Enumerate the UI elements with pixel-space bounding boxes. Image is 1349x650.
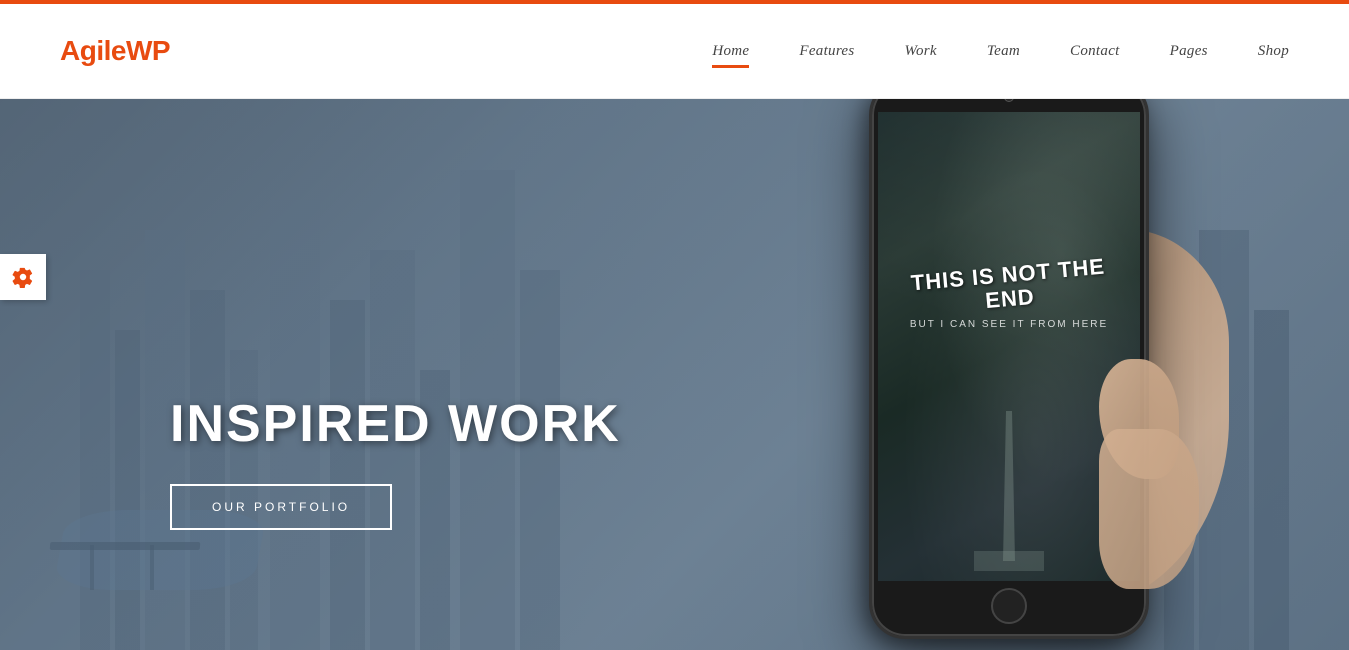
nav-link-contact[interactable]: Contact — [1070, 43, 1120, 65]
gear-icon — [12, 266, 34, 288]
nav-item-features[interactable]: Features — [799, 42, 854, 60]
phone-home-button — [991, 588, 1027, 624]
nav-item-work[interactable]: Work — [905, 42, 937, 60]
phone-text-line1: THIS IS NOT THE END — [886, 252, 1131, 321]
nav-list: Home Features Work Team Contact Pages Sh… — [712, 42, 1289, 60]
nav-item-home[interactable]: Home — [712, 42, 749, 60]
hero-content: INSPIRED WORK OUR PORTFOLIO — [170, 394, 621, 530]
logo-text-orange: WP — [126, 35, 170, 66]
nav-link-team[interactable]: Team — [987, 43, 1020, 65]
nav-item-shop[interactable]: Shop — [1258, 42, 1289, 60]
nav-link-features[interactable]: Features — [799, 43, 854, 65]
volume-button-1 — [869, 172, 872, 202]
phone-text-line2: BUT I CAN SEE IT FROM HERE — [888, 319, 1130, 330]
site-logo[interactable]: AgileWP — [60, 35, 170, 67]
nav-item-contact[interactable]: Contact — [1070, 42, 1120, 60]
phone-mockup: THIS IS NOT THE END BUT I CAN SEE IT FRO… — [869, 99, 1149, 639]
main-nav: Home Features Work Team Contact Pages Sh… — [712, 42, 1289, 60]
screen-building — [994, 411, 1024, 561]
nav-item-pages[interactable]: Pages — [1170, 42, 1208, 60]
nav-link-pages[interactable]: Pages — [1170, 43, 1208, 65]
volume-button-2 — [869, 212, 872, 242]
portfolio-button[interactable]: OUR PORTFOLIO — [170, 484, 392, 530]
nav-item-team[interactable]: Team — [987, 42, 1020, 60]
hand-front-fingers — [1099, 429, 1199, 589]
nav-link-home[interactable]: Home — [712, 43, 749, 68]
screen-building-base — [974, 551, 1044, 571]
phone-camera — [1004, 99, 1014, 102]
power-button — [1146, 182, 1149, 222]
nav-link-work[interactable]: Work — [905, 43, 937, 65]
logo-text-black: Agile — [60, 35, 126, 66]
phone-screen-content: THIS IS NOT THE END BUT I CAN SEE IT FRO… — [878, 253, 1140, 340]
hero-section: INSPIRED WORK OUR PORTFOLIO — [0, 99, 1349, 650]
nav-link-shop[interactable]: Shop — [1258, 43, 1289, 65]
site-header: AgileWP Home Features Work Team Contact … — [0, 4, 1349, 99]
hero-title: INSPIRED WORK — [170, 394, 621, 454]
settings-button[interactable] — [0, 254, 46, 300]
